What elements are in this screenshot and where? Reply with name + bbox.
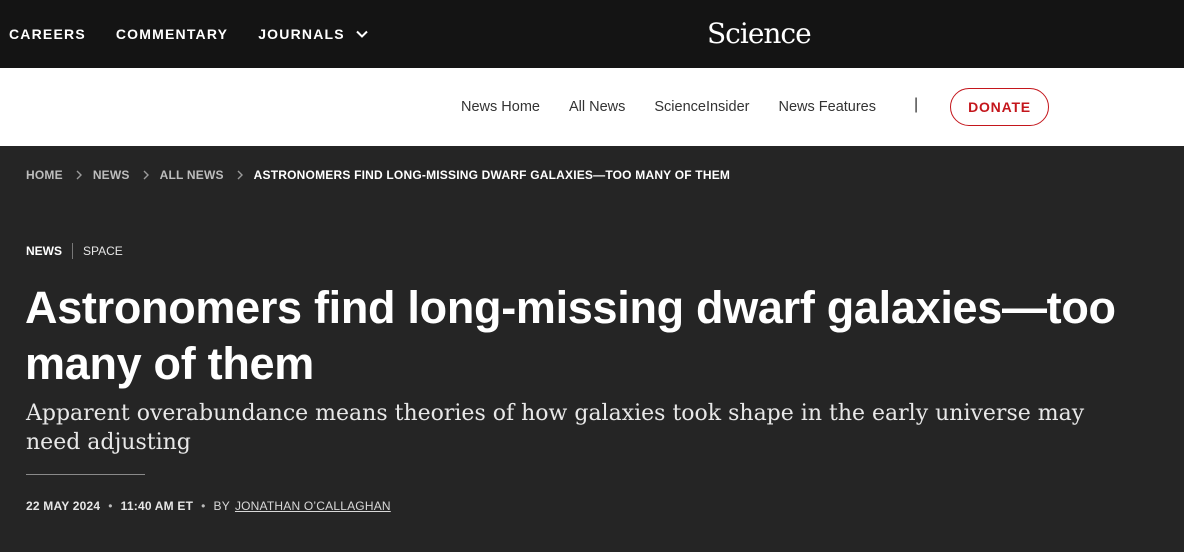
news-subnav-links: News Home All News ScienceInsider News F…: [461, 68, 905, 146]
subnav-news-features[interactable]: News Features: [778, 99, 876, 115]
nav-journals[interactable]: JOURNALS: [258, 26, 369, 42]
chevron-down-icon: [356, 30, 368, 38]
science-logo[interactable]: Science: [707, 17, 812, 50]
subnav-separator: |: [914, 96, 919, 113]
publish-date: 22 MAY 2024: [26, 499, 101, 513]
subnav-news-home[interactable]: News Home: [461, 99, 540, 115]
news-subnav: News Home All News ScienceInsider News F…: [0, 68, 1184, 146]
nav-commentary[interactable]: COMMENTARY: [116, 26, 228, 42]
byline-prefix: BY: [213, 499, 230, 513]
breadcrumb-all-news[interactable]: ALL NEWS: [160, 168, 224, 182]
breadcrumb: HOME NEWS ALL NEWS ASTRONOMERS FIND LONG…: [26, 168, 730, 182]
tag-space[interactable]: SPACE: [83, 244, 123, 258]
article-dek: Apparent overabundance means theories of…: [26, 401, 1085, 455]
top-bar: CAREERS COMMENTARY JOURNALS Science: [0, 0, 1184, 68]
article-hero: HOME NEWS ALL NEWS ASTRONOMERS FIND LONG…: [0, 146, 1184, 552]
breadcrumb-home[interactable]: HOME: [26, 168, 63, 182]
chevron-right-icon: [237, 170, 243, 180]
nav-careers[interactable]: CAREERS: [9, 26, 86, 42]
top-nav: CAREERS COMMENTARY JOURNALS: [9, 0, 399, 68]
tag-news[interactable]: NEWS: [26, 244, 62, 258]
chevron-right-icon: [76, 170, 82, 180]
breadcrumb-current: ASTRONOMERS FIND LONG-MISSING DWARF GALA…: [253, 168, 731, 182]
tag-divider: [72, 243, 73, 259]
divider-rule: [26, 474, 145, 475]
meta-dot: •: [108, 499, 113, 513]
author-link[interactable]: JONATHAN O’CALLAGHAN: [235, 499, 391, 513]
chevron-right-icon: [143, 170, 149, 180]
nav-journals-label: JOURNALS: [258, 26, 345, 42]
article-tags: NEWS SPACE: [26, 243, 123, 259]
donate-button[interactable]: DONATE: [950, 88, 1049, 126]
subnav-all-news[interactable]: All News: [569, 99, 625, 115]
article-headline: Astronomers find long-missing dwarf gala…: [25, 282, 1116, 389]
breadcrumb-news[interactable]: NEWS: [93, 168, 130, 182]
meta-dot: •: [201, 499, 206, 513]
article-meta: 22 MAY 2024 • 11:40 AM ET • BY JONATHAN …: [26, 499, 391, 513]
subnav-scienceinsider[interactable]: ScienceInsider: [654, 99, 749, 115]
publish-time: 11:40 AM ET: [120, 499, 194, 513]
